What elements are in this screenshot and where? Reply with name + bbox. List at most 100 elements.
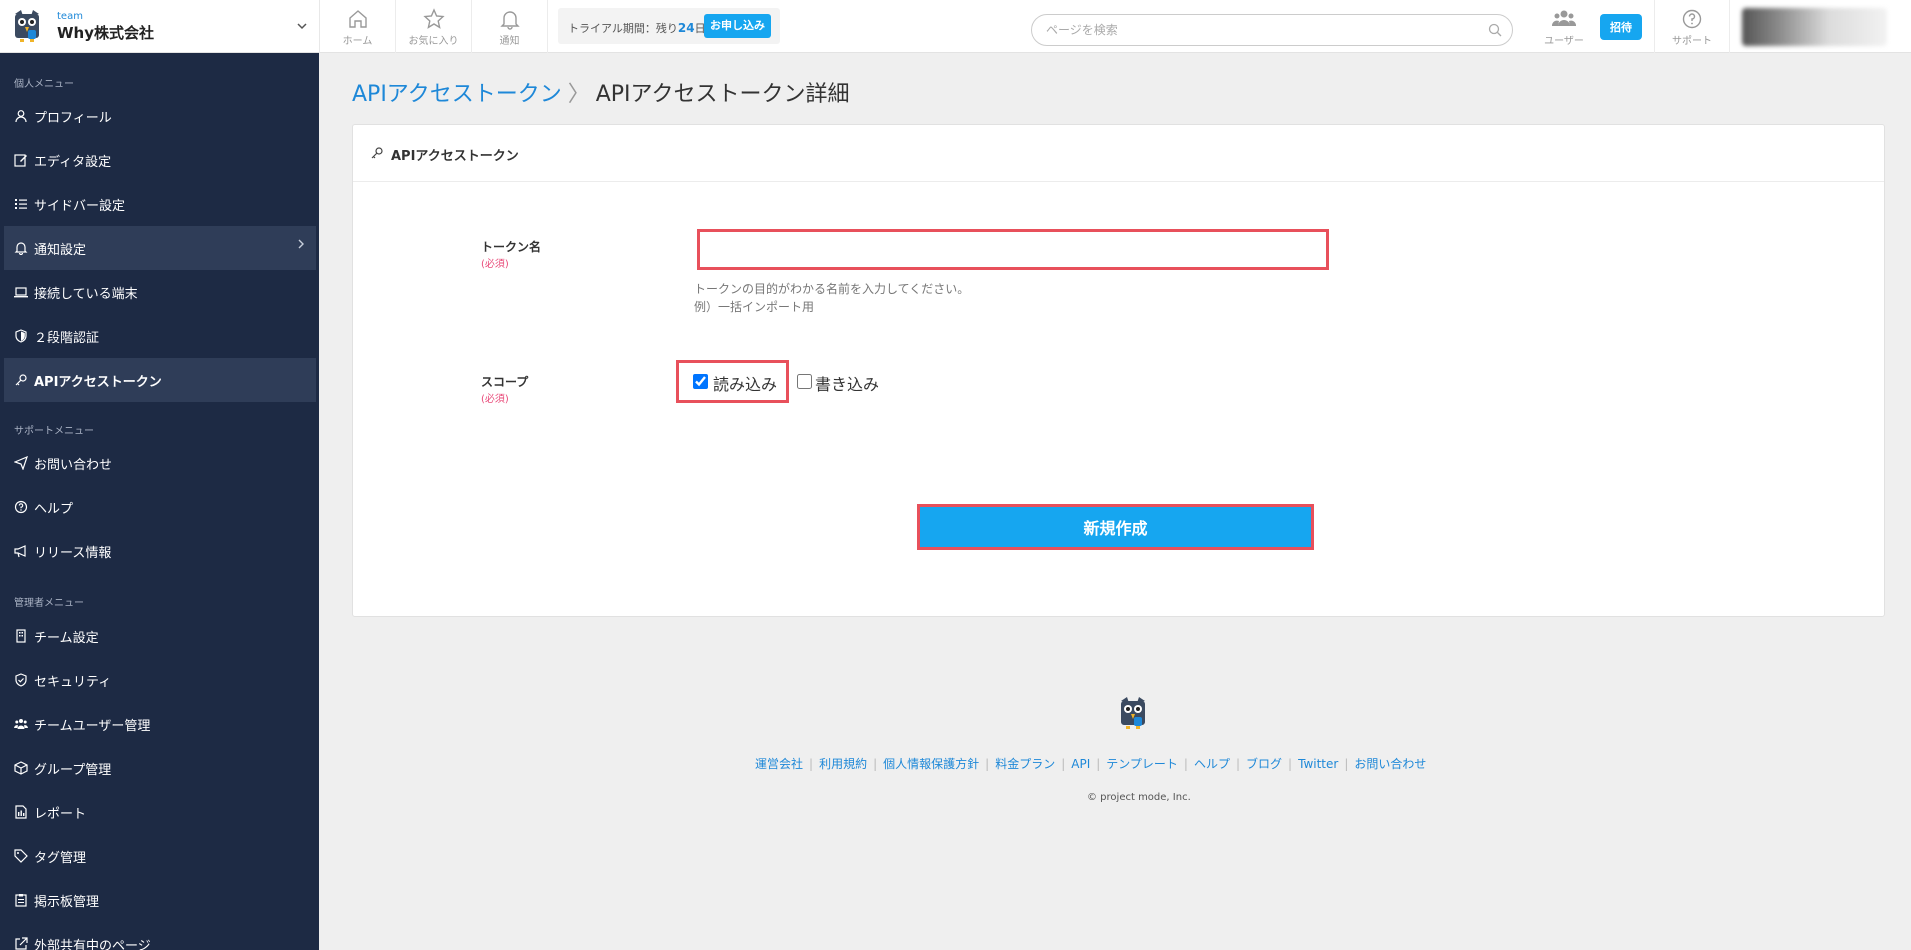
sidebar-item-label: ２段階認証 [34,331,100,346]
question-circle-icon [1682,9,1702,29]
box-icon [14,761,28,775]
sidebar-item-label: サイドバー設定 [34,199,126,214]
support-button[interactable]: サポート [1654,0,1730,53]
sidebar-item-notification-settings[interactable]: 通知設定 [4,226,316,270]
footer-link[interactable]: API [1071,757,1090,771]
sidebar-item-tag-management[interactable]: タグ管理 [4,834,316,878]
footer-separator: | [1235,757,1241,771]
megaphone-icon [14,545,26,558]
token-name-input[interactable] [697,229,1329,270]
sidebar-item-label: チームユーザー管理 [34,719,151,734]
scope-required: (必須) [481,394,509,405]
sidebar-item-team-settings[interactable]: チーム設定 [4,614,316,658]
footer-link[interactable]: 運営会社 [755,757,803,771]
sidebar-item-label: グループ管理 [34,763,112,778]
chevron-down-icon[interactable] [296,20,308,35]
clipboard-icon [15,894,27,907]
team-name: Why株式会社 [57,24,155,42]
scope-read-checkbox[interactable] [693,374,708,389]
nav-favorites-label: お気に入り [408,36,459,47]
footer-link[interactable]: 料金プラン [995,757,1055,771]
search-icon[interactable] [1488,23,1502,37]
sidebar-item-report[interactable]: レポート [4,790,316,834]
nav-notifications-button[interactable]: 通知 [472,0,548,53]
footer-link[interactable]: Twitter [1298,757,1338,771]
sidebar-item-contact[interactable]: お問い合わせ [4,441,316,485]
token-name-label: トークン名 [481,240,542,254]
shield-check-icon [15,673,27,687]
support-label: サポート [1672,36,1712,47]
footer-link[interactable]: ヘルプ [1194,757,1230,771]
footer-links: 運営会社 | 利用規約 | 個人情報保護方針 | 料金プラン | API | テンプレート | ヘルプ |… [755,755,1426,772]
footer-separator: | [1061,757,1066,771]
sidebar-heading-admin: 管理者メニュー [14,598,84,609]
external-link-icon [15,937,28,950]
footer-link[interactable]: 利用規約 [819,757,867,771]
help-icon [14,500,28,514]
users-icon [14,719,28,729]
sidebar-item-sidebar-settings[interactable]: サイドバー設定 [4,182,316,226]
sidebar-item-board-management[interactable]: 掲示板管理 [4,878,316,922]
sidebar-item-label: リリース情報 [34,546,112,561]
token-name-required: (必須) [481,259,509,270]
scope-read-label[interactable]: 読み込み [713,371,777,395]
nav-notifications-label: 通知 [499,36,520,47]
bell-icon [499,11,520,30]
footer-link[interactable]: テンプレート [1106,757,1178,771]
sidebar-item-label: プロフィール [34,111,112,126]
chevron-right-icon [296,238,306,254]
building-icon [16,629,26,643]
bell-icon [14,242,28,255]
invite-button[interactable]: 招待 [1600,14,1642,40]
sidebar-item-label: 外部共有中のページ [34,939,151,950]
sidebar-item-label: レポート [34,807,87,822]
sidebar-item-label: 接続している端末 [34,287,138,302]
sidebar-item-connected-devices[interactable]: 接続している端末 [4,270,316,314]
breadcrumb-separator: 〉 [567,82,590,107]
footer-separator: | [1288,757,1293,771]
nav-favorites-button[interactable]: お気に入り [396,0,472,53]
search-box[interactable] [1031,14,1513,46]
footer-separator: | [873,757,878,771]
users-button[interactable]: ユーザー [1528,0,1600,53]
sidebar-item-external-shared[interactable]: 外部共有中のページ [4,922,316,950]
laptop-icon [14,287,28,298]
sidebar: 個人メニュー プロフィール エディタ設定 サイドバー設定 通知設定 接続している… [0,53,319,950]
footer-link[interactable]: ブログ [1246,757,1282,771]
sidebar-item-team-users[interactable]: チームユーザー管理 [4,702,316,746]
sidebar-item-security[interactable]: セキュリティ [4,658,316,702]
sidebar-item-editor-settings[interactable]: エディタ設定 [4,138,316,182]
team-label: team [57,11,83,22]
scope-write-label[interactable]: 書き込み [815,371,879,395]
sidebar-item-api-token[interactable]: APIアクセストークン [4,358,316,402]
sidebar-item-label: 掲示板管理 [34,895,100,910]
card-header: APIアクセストークン [353,125,1884,182]
sidebar-item-label: ヘルプ [34,502,74,517]
tag-icon [14,849,28,863]
footer-link[interactable]: 個人情報保護方針 [883,757,979,771]
team-switcher[interactable]: team Why株式会社 [0,0,320,53]
breadcrumb: APIアクセストークン〉 APIアクセストークン詳細 [352,76,849,108]
users-label: ユーザー [1544,36,1584,47]
sidebar-item-label: タグ管理 [34,851,87,866]
trial-text: トライアル期間：残り24日 [568,20,706,36]
top-bar: team Why株式会社 ホーム お気に入り 通知 トライアル期間：残り24日 … [0,0,1911,53]
edit-icon [14,154,27,167]
nav-home-button[interactable]: ホーム [320,0,396,53]
sidebar-item-label: エディタ設定 [34,155,112,170]
create-button[interactable]: 新規作成 [917,504,1314,550]
sidebar-heading-support: サポートメニュー [14,426,94,437]
sidebar-item-group-management[interactable]: グループ管理 [4,746,316,790]
search-input[interactable] [1046,21,1466,39]
breadcrumb-parent-link[interactable]: APIアクセストークン [352,82,562,107]
user-menu-avatar[interactable] [1742,8,1887,46]
trial-days: 24 [677,21,695,35]
sidebar-item-help[interactable]: ヘルプ [4,485,316,529]
scope-write-checkbox[interactable] [797,374,812,389]
sidebar-item-release-info[interactable]: リリース情報 [4,529,316,573]
sidebar-item-profile[interactable]: プロフィール [4,94,316,138]
trial-banner: トライアル期間：残り24日 お申し込み [558,8,780,44]
sidebar-item-two-factor[interactable]: ２段階認証 [4,314,316,358]
footer-link[interactable]: お問い合わせ [1354,757,1426,771]
apply-button[interactable]: お申し込み [704,14,771,38]
